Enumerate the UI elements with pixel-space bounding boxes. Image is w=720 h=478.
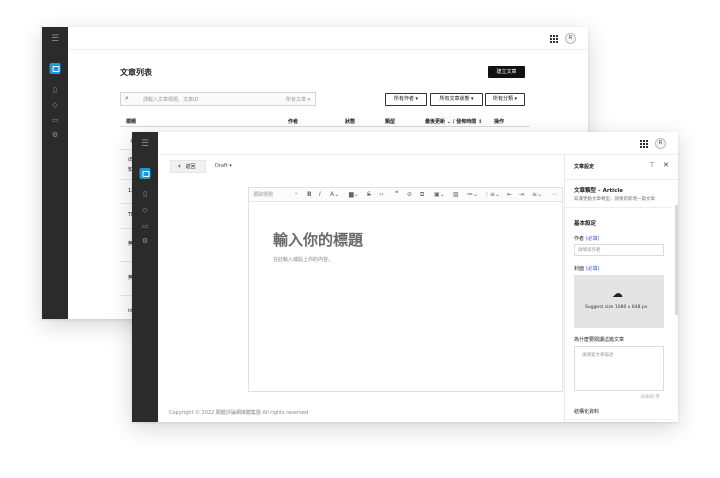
search-bar[interactable]: ⌕ 請輸入文章標題、文章ID 所有文章 ▾ (120, 92, 316, 106)
strikethrough-icon[interactable]: S (367, 191, 371, 198)
header-divider (68, 49, 588, 50)
editor-toolbar: 選取標題 ⌄ B I A⌄ ▆⌄ S ‹› ❝ ⊘ ⧉ ▣⌄ ▨ ≔⌄ ⋮≡⌄ … (249, 188, 562, 202)
author-field[interactable]: 請填寫作者 (574, 244, 664, 256)
highlight-icon[interactable]: ▆⌄ (349, 191, 359, 198)
article-editor-window: ☰ ▯ ◇ ▭ ⚙ R ‹ 返回 Draft ▾ 選取標題 ⌄ B I A⌄ ▆… (132, 132, 678, 422)
settings-icon[interactable]: ⚙ (142, 238, 149, 245)
article-type-description: 知識更動文章類型，請重新新增一篇文章 (574, 197, 655, 202)
apps-grid-icon[interactable] (640, 140, 648, 148)
filter-status[interactable]: 所有文章狀態 ▾ (430, 93, 483, 106)
layers-icon[interactable]: ◇ (142, 207, 149, 214)
link-icon[interactable]: ⊘ (407, 191, 412, 198)
align-icon[interactable]: ≡⌄ (532, 191, 542, 198)
settings-icon[interactable]: ⚙ (52, 132, 59, 139)
search-icon: ⌕ (125, 94, 129, 102)
cover-label: 封面 (必填) (574, 266, 600, 272)
folder-icon[interactable]: ▭ (142, 223, 149, 230)
media-icon[interactable]: ▣⌄ (434, 191, 445, 198)
chevron-left-icon: ‹ (178, 162, 181, 170)
panel-divider (565, 419, 672, 420)
editor-area[interactable]: 選取標題 ⌄ B I A⌄ ▆⌄ S ‹› ❝ ⊘ ⧉ ▣⌄ ▨ ≔⌄ ⋮≡⌄ … (248, 187, 563, 392)
numbered-list-icon[interactable]: ⋮≡⌄ (484, 191, 500, 198)
status-select[interactable]: Draft ▾ (215, 163, 232, 169)
body-input[interactable]: 在此輸入或貼上你的內容。 (273, 256, 333, 263)
column-header-title: 標題 (126, 119, 137, 125)
document-icon[interactable]: ▯ (52, 87, 59, 94)
menu-icon[interactable]: ☰ (51, 34, 59, 44)
column-header-actions: 操作 (494, 119, 505, 125)
upload-cloud-icon: ☁ (612, 287, 623, 300)
avatar[interactable]: R (655, 138, 666, 149)
article-type-heading: 文章類型 – Article (574, 188, 623, 194)
avatar[interactable]: R (565, 33, 576, 44)
outdent-icon[interactable]: ⇤ (507, 191, 512, 198)
description-field[interactable]: 請填寫文章描述 (574, 346, 664, 391)
column-header-author: 作者 (288, 119, 299, 125)
folder-icon[interactable]: ▭ (52, 117, 59, 124)
pin-icon[interactable]: ⊤ (649, 161, 655, 169)
column-header-type: 類型 (385, 119, 396, 125)
sidebar-rail: ☰ ▯ ◇ ▭ ⚙ (42, 27, 68, 319)
panel-divider (565, 179, 678, 180)
cover-upload[interactable]: ☁ Suggest size 1080 x 648 px (574, 275, 664, 328)
author-label: 作者 (必填) (574, 236, 600, 242)
bold-icon[interactable]: B (307, 191, 312, 198)
apps-grid-icon[interactable] (550, 35, 558, 43)
footer-copyright: Copyright © 2022 關鍵評論網媒體集團 All rights re… (169, 410, 309, 416)
character-counter: 0/400 字 (641, 395, 660, 400)
filter-category[interactable]: 所有分類 ▾ (485, 93, 525, 106)
page-title: 文章列表 (120, 68, 152, 77)
document-icon[interactable]: ▯ (142, 191, 149, 198)
layers-icon[interactable]: ◇ (52, 102, 59, 109)
panel-scrollbar[interactable] (675, 205, 678, 315)
logo-icon[interactable] (139, 168, 151, 179)
sidebar-rail: ☰ ▯ ◇ ▭ ⚙ (132, 132, 158, 422)
menu-icon[interactable]: ☰ (141, 139, 149, 149)
code-icon[interactable]: ‹› (379, 191, 384, 198)
search-input[interactable]: 請輸入文章標題、文章ID (143, 96, 198, 103)
panel-divider (565, 207, 672, 208)
panel-title: 文章設定 (574, 164, 595, 170)
embed-icon[interactable]: ⧉ (420, 191, 424, 199)
structured-data-heading: 結構化資料 (574, 409, 600, 415)
style-dropdown-caret[interactable]: ⌄ (294, 190, 298, 196)
back-button[interactable]: ‹ 返回 (170, 160, 206, 173)
column-header-status: 狀態 (345, 119, 356, 125)
article-settings-panel: 文章設定 ⊤ ✕ 文章類型 – Article 知識更動文章類型，請重新新增一篇… (564, 155, 678, 422)
create-article-button[interactable]: 建立文章 (488, 66, 525, 78)
font-color-icon[interactable]: A⌄ (330, 191, 339, 198)
filter-author[interactable]: 所有作者 ▾ (385, 93, 427, 106)
column-header-updated[interactable]: 最後更新 ⌄ / 發佈時間 ↕ (425, 118, 482, 125)
quote-icon[interactable]: ❝ (395, 190, 398, 197)
table-header-divider (120, 126, 530, 127)
bulleted-list-icon[interactable]: ≔⌄ (467, 191, 478, 198)
why-read-label: 為什麼要閱讀這篇文章 (574, 337, 625, 343)
search-scope-select[interactable]: 所有文章 ▾ (286, 96, 310, 103)
more-icon[interactable]: ⋯ (551, 191, 557, 198)
title-input[interactable]: 輸入你的標題 (273, 229, 363, 250)
logo-icon[interactable] (49, 63, 61, 74)
close-icon[interactable]: ✕ (663, 161, 669, 169)
caret-down-icon: ▾ (229, 163, 232, 169)
indent-icon[interactable]: ⇥ (519, 191, 524, 198)
italic-icon[interactable]: I (319, 191, 321, 198)
image-icon[interactable]: ▨ (453, 191, 459, 198)
heading-style-select[interactable]: 選取標題 (253, 191, 273, 198)
basic-settings-heading: 基本設定 (574, 221, 597, 227)
